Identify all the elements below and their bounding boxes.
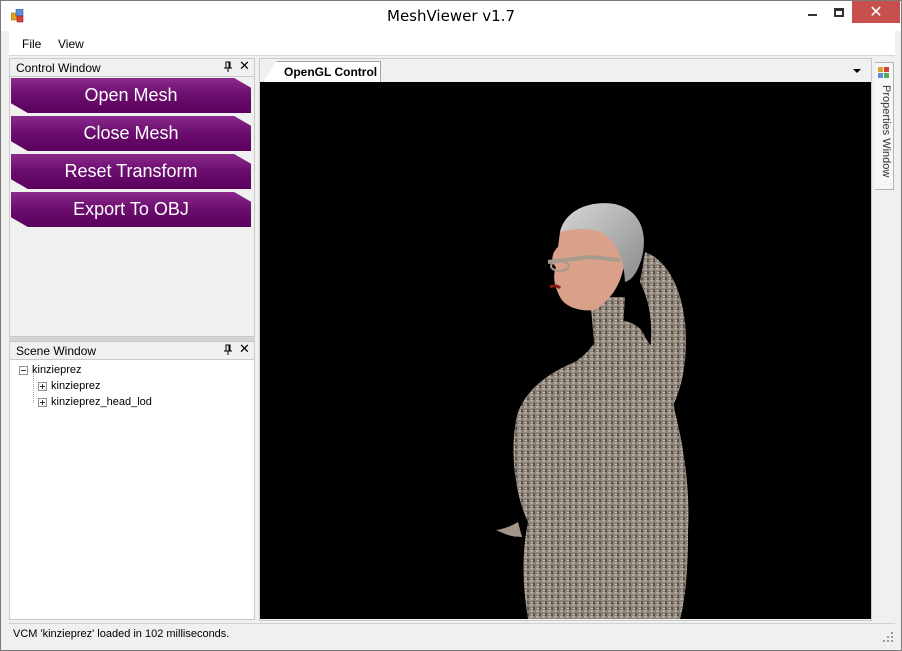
control-window-title: Control Window (16, 61, 101, 75)
scene-window-header: Scene Window ✕ (10, 342, 254, 360)
scene-tree[interactable]: kinzieprez kinzieprez kinzieprez_head_lo… (10, 362, 254, 618)
tree-node-child[interactable]: kinzieprez_head_lod (38, 396, 152, 408)
tab-opengl-control[interactable]: OpenGL Control (263, 61, 381, 82)
close-window-button[interactable]: ✕ (852, 1, 900, 23)
collapse-icon[interactable] (19, 365, 28, 375)
control-window-close-icon[interactable]: ✕ (239, 59, 250, 74)
menu-view[interactable]: View (58, 37, 84, 51)
maximize-icon (834, 7, 844, 17)
menu-file[interactable]: File (22, 37, 41, 51)
tab-dropdown-icon[interactable] (853, 69, 861, 73)
window-title: MeshViewer v1.7 (387, 7, 515, 25)
expand-icon[interactable] (38, 381, 47, 391)
tree-node-child[interactable]: kinzieprez (38, 380, 101, 392)
properties-icon (878, 67, 889, 78)
status-bar: VCM 'kinzieprez' loaded in 102 milliseco… (9, 623, 895, 644)
close-icon: ✕ (869, 2, 883, 21)
export-obj-button[interactable]: Export To OBJ (11, 192, 251, 227)
tree-node-label: kinzieprez (32, 364, 82, 376)
open-mesh-button[interactable]: Open Mesh (11, 78, 251, 113)
menu-bar: File View (9, 31, 895, 56)
control-window-panel: Control Window ✕ Open Mesh Close Mesh Re… (9, 58, 255, 337)
rendered-mesh-figure (496, 203, 689, 619)
pin-icon[interactable] (223, 344, 233, 356)
tab-properties-window[interactable]: Properties Window (875, 62, 894, 190)
title-bar[interactable]: MeshViewer v1.7 ✕ (1, 1, 901, 31)
scene-window-panel: Scene Window ✕ kinzieprez kinzieprez kin… (9, 341, 255, 620)
resize-grip-icon[interactable] (883, 632, 893, 642)
status-text: VCM 'kinzieprez' loaded in 102 milliseco… (13, 628, 230, 640)
control-window-header: Control Window ✕ (10, 59, 254, 77)
opengl-viewport[interactable] (260, 82, 871, 619)
scene-window-title: Scene Window (16, 344, 97, 358)
tree-node-label: kinzieprez_head_lod (51, 396, 152, 408)
reset-transform-button[interactable]: Reset Transform (11, 154, 251, 189)
minimize-button[interactable] (797, 1, 827, 23)
properties-window-label: Properties Window (880, 85, 892, 178)
tree-node-label: kinzieprez (51, 380, 101, 392)
close-mesh-button[interactable]: Close Mesh (11, 116, 251, 151)
maximize-button[interactable] (824, 1, 854, 23)
pin-icon[interactable] (223, 61, 233, 73)
tab-label: OpenGL Control (284, 65, 378, 79)
tree-node-root[interactable]: kinzieprez (19, 364, 82, 376)
main-window: MeshViewer v1.7 ✕ File View Control Wind… (0, 0, 902, 651)
minimize-icon (807, 14, 817, 16)
expand-icon[interactable] (38, 397, 47, 407)
scene-window-close-icon[interactable]: ✕ (239, 342, 250, 357)
